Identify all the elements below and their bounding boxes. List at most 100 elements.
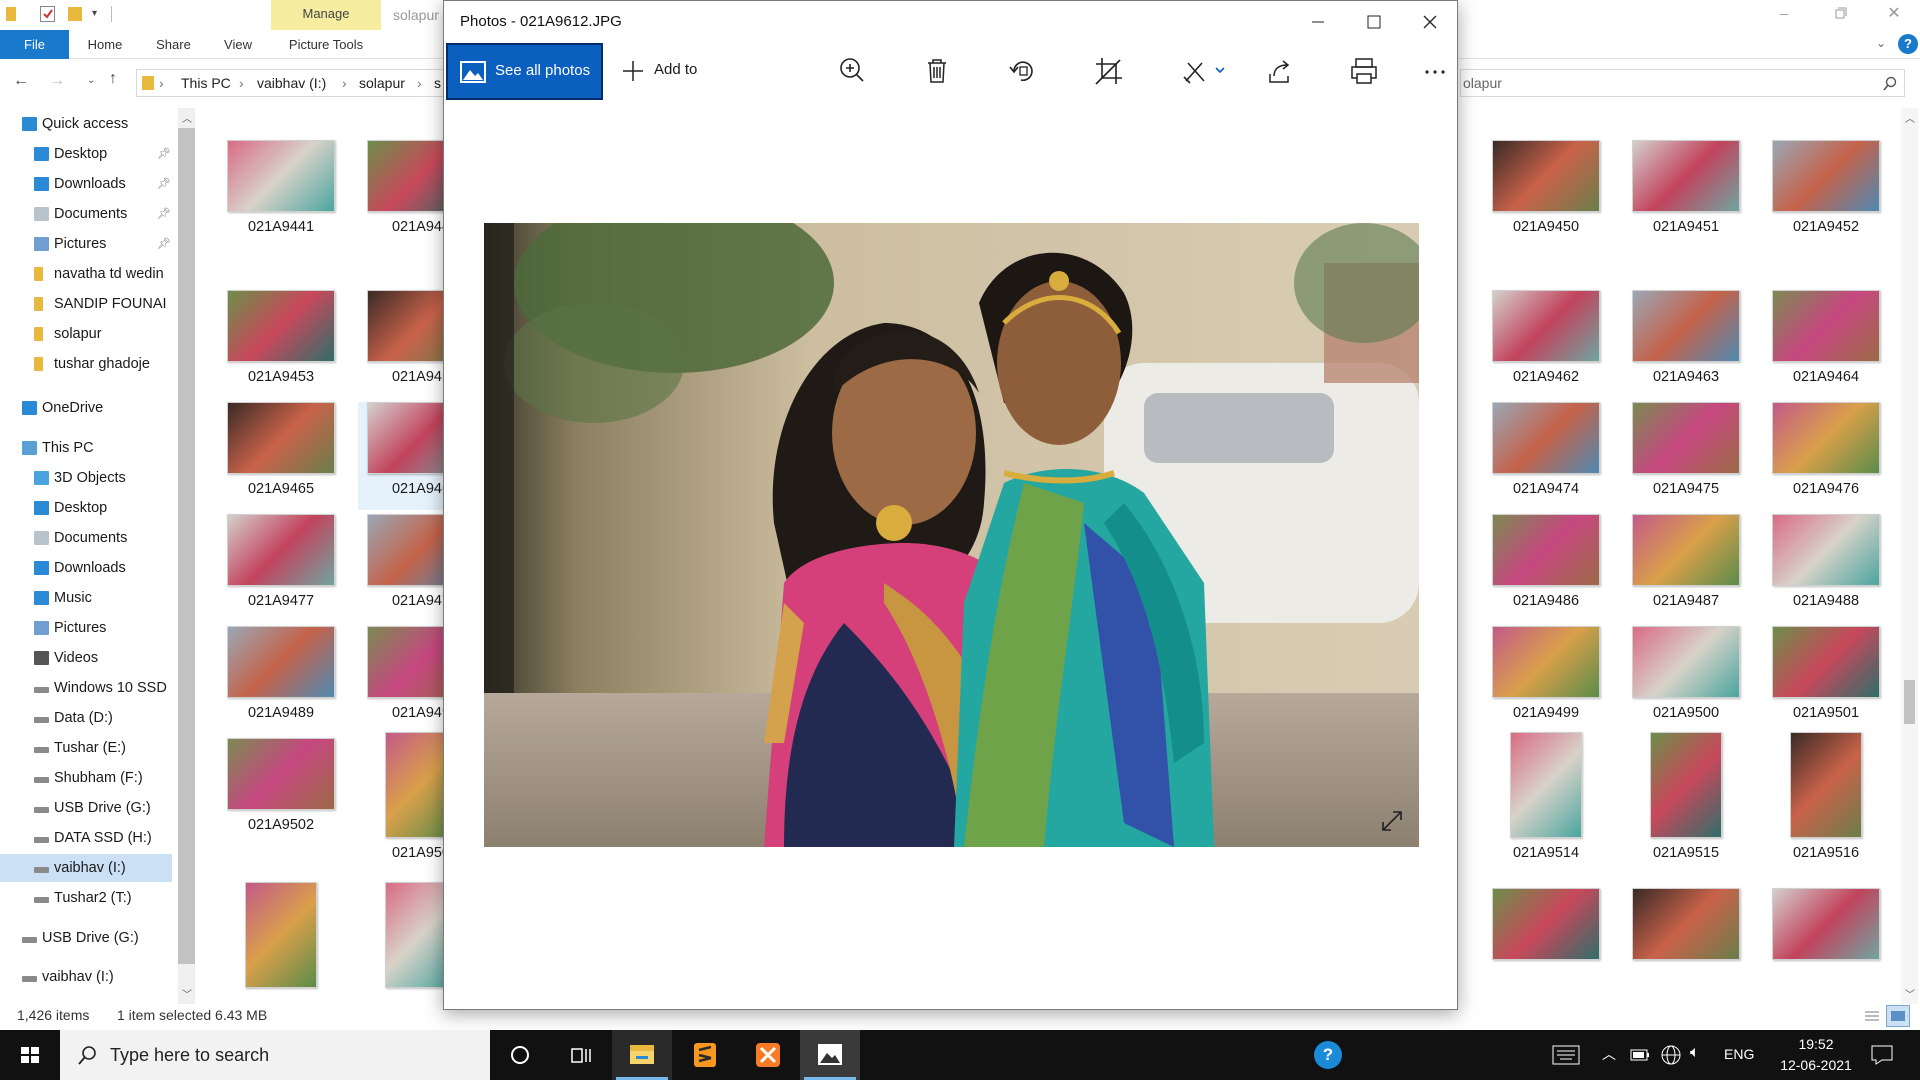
print-icon[interactable]	[1336, 43, 1392, 99]
restore-button[interactable]	[1812, 0, 1868, 28]
tab-file[interactable]: File	[0, 30, 69, 59]
crop-icon[interactable]	[1080, 43, 1136, 99]
search-box[interactable]: olapur	[1460, 69, 1905, 97]
details-view-icon[interactable]	[1862, 1007, 1882, 1027]
nav-item[interactable]: Documents	[0, 524, 172, 552]
file-thumbnail[interactable]: 021A9477	[218, 514, 344, 622]
nav-item[interactable]: vaibhav (I:)	[0, 963, 172, 991]
file-thumbnail[interactable]: 021A9475	[1623, 402, 1749, 510]
nav-item[interactable]: OneDrive	[0, 394, 172, 422]
large-icons-view-icon[interactable]	[1886, 1005, 1910, 1027]
nav-item[interactable]: Tushar (E:)	[0, 734, 172, 762]
breadcrumb-solapur[interactable]: solapur	[359, 75, 405, 91]
nav-item[interactable]: Videos	[0, 644, 172, 672]
full-screen-icon[interactable]	[1379, 808, 1405, 834]
content-scrollbar[interactable]: ︿ ﹀	[1901, 108, 1918, 1004]
expand-ribbon-icon[interactable]: ⌄	[1876, 36, 1886, 50]
touch-keyboard-icon[interactable]	[1552, 1045, 1580, 1065]
file-thumbnail[interactable]: 021A9464	[1763, 290, 1889, 398]
file-thumbnail[interactable]: 021A9501	[1763, 626, 1889, 734]
file-explorer-icon[interactable]	[612, 1030, 672, 1080]
breadcrumb-subfolder[interactable]: s	[434, 75, 441, 91]
new-folder-icon[interactable]	[68, 7, 82, 21]
file-thumbnail[interactable]	[1763, 888, 1889, 996]
file-thumbnail[interactable]: 021A9441	[218, 140, 344, 248]
start-button[interactable]	[0, 1030, 60, 1080]
task-view-icon[interactable]	[550, 1030, 610, 1080]
delete-icon[interactable]	[909, 43, 965, 99]
file-thumbnail[interactable]: 021A9500	[1623, 626, 1749, 734]
nav-item[interactable]: Tushar2 (T:)	[0, 884, 172, 912]
cortana-icon[interactable]	[490, 1030, 550, 1080]
tab-home[interactable]: Home	[78, 30, 132, 59]
tab-view[interactable]: View	[212, 30, 264, 59]
file-thumbnail[interactable]: 021A9474	[1483, 402, 1609, 510]
properties-icon[interactable]	[40, 6, 55, 22]
file-thumbnail[interactable]: 021A9487	[1623, 514, 1749, 622]
tab-share[interactable]: Share	[146, 30, 201, 59]
maximize-button[interactable]	[1346, 1, 1402, 43]
nav-item[interactable]: USB Drive (G:)	[0, 924, 172, 952]
nav-item[interactable]: Music	[0, 584, 172, 612]
network-globe-icon[interactable]	[1660, 1044, 1682, 1066]
nav-item[interactable]: SANDIP FOUNAI	[0, 290, 172, 318]
nav-item[interactable]: Windows 10 SSD	[0, 674, 172, 702]
notifications-icon[interactable]	[1870, 1044, 1894, 1066]
nav-item[interactable]: Pictures	[0, 614, 172, 642]
minimize-button[interactable]: –	[1756, 0, 1812, 28]
share-icon[interactable]	[1251, 43, 1307, 99]
photos-app-icon[interactable]	[800, 1030, 860, 1080]
file-thumbnail[interactable]	[1483, 888, 1609, 996]
nav-item[interactable]: tushar ghadoje	[0, 350, 172, 378]
nav-item[interactable]: vaibhav (I:)	[0, 854, 172, 882]
file-thumbnail[interactable]	[1623, 888, 1749, 996]
file-thumbnail[interactable]	[218, 882, 344, 1004]
volume-icon[interactable]: 🔈︎	[1690, 1044, 1700, 1062]
add-to-button[interactable]: Add to	[617, 43, 717, 99]
sublime-text-icon[interactable]	[675, 1030, 735, 1080]
input-language[interactable]: ENG	[1724, 1046, 1754, 1062]
file-thumbnail[interactable]: 021A9499	[1483, 626, 1609, 734]
battery-icon[interactable]	[1630, 1047, 1650, 1063]
close-button[interactable]: ✕	[1868, 0, 1920, 28]
clock-date[interactable]: 12-06-2021	[1770, 1057, 1862, 1073]
file-thumbnail[interactable]: 021A9515	[1623, 732, 1749, 866]
file-thumbnail[interactable]: 021A9516	[1763, 732, 1889, 866]
file-thumbnail[interactable]: 021A9486	[1483, 514, 1609, 622]
recent-locations-icon[interactable]: ⌄	[87, 75, 95, 86]
taskbar-search-box[interactable]: Type here to search	[60, 1030, 490, 1080]
file-thumbnail[interactable]: 021A9489	[218, 626, 344, 734]
nav-item[interactable]: Downloads	[0, 554, 172, 582]
file-thumbnail[interactable]: 021A9450	[1483, 140, 1609, 248]
see-all-photos-button[interactable]: See all photos	[446, 43, 603, 100]
nav-item[interactable]: solapur	[0, 320, 172, 348]
back-arrow-icon[interactable]: ←	[13, 72, 29, 90]
nav-scrollbar[interactable]: ︿ ﹀	[178, 108, 195, 1004]
file-thumbnail[interactable]: 021A9452	[1763, 140, 1889, 248]
nav-item[interactable]: Pictures 📌︎	[0, 230, 172, 258]
file-thumbnail[interactable]: 021A9488	[1763, 514, 1889, 622]
show-hidden-icons[interactable]: ︿	[1602, 1044, 1616, 1064]
file-thumbnail[interactable]: 021A9514	[1483, 732, 1609, 866]
nav-item[interactable]: Desktop	[0, 494, 172, 522]
nav-item[interactable]: USB Drive (G:)	[0, 794, 172, 822]
file-thumbnail[interactable]: 021A9465	[218, 402, 344, 510]
clock-time[interactable]: 19:52	[1786, 1036, 1846, 1052]
nav-item[interactable]: Data (D:)	[0, 704, 172, 732]
more-options-icon[interactable]	[1407, 43, 1463, 99]
minimize-button[interactable]	[1290, 1, 1346, 43]
nav-item[interactable]: 3D Objects	[0, 464, 172, 492]
address-bar[interactable]: › This PC › vaibhav (I:) › solapur › s	[136, 69, 446, 97]
manage-context-tab[interactable]: Manage	[271, 0, 381, 30]
nav-item[interactable]: This PC	[0, 434, 172, 462]
zoom-in-icon[interactable]	[824, 43, 880, 99]
search-icon[interactable]	[1882, 76, 1898, 92]
breadcrumb-drive[interactable]: vaibhav (I:)	[257, 75, 326, 91]
nav-item[interactable]: Desktop 📌︎	[0, 140, 172, 168]
photo-image[interactable]	[484, 223, 1419, 847]
file-thumbnail[interactable]: 021A9462	[1483, 290, 1609, 398]
file-thumbnail[interactable]: 021A9463	[1623, 290, 1749, 398]
file-thumbnail[interactable]: 021A9502	[218, 738, 344, 846]
nav-item[interactable]: Shubham (F:)	[0, 764, 172, 792]
file-thumbnail[interactable]: 021A9476	[1763, 402, 1889, 510]
